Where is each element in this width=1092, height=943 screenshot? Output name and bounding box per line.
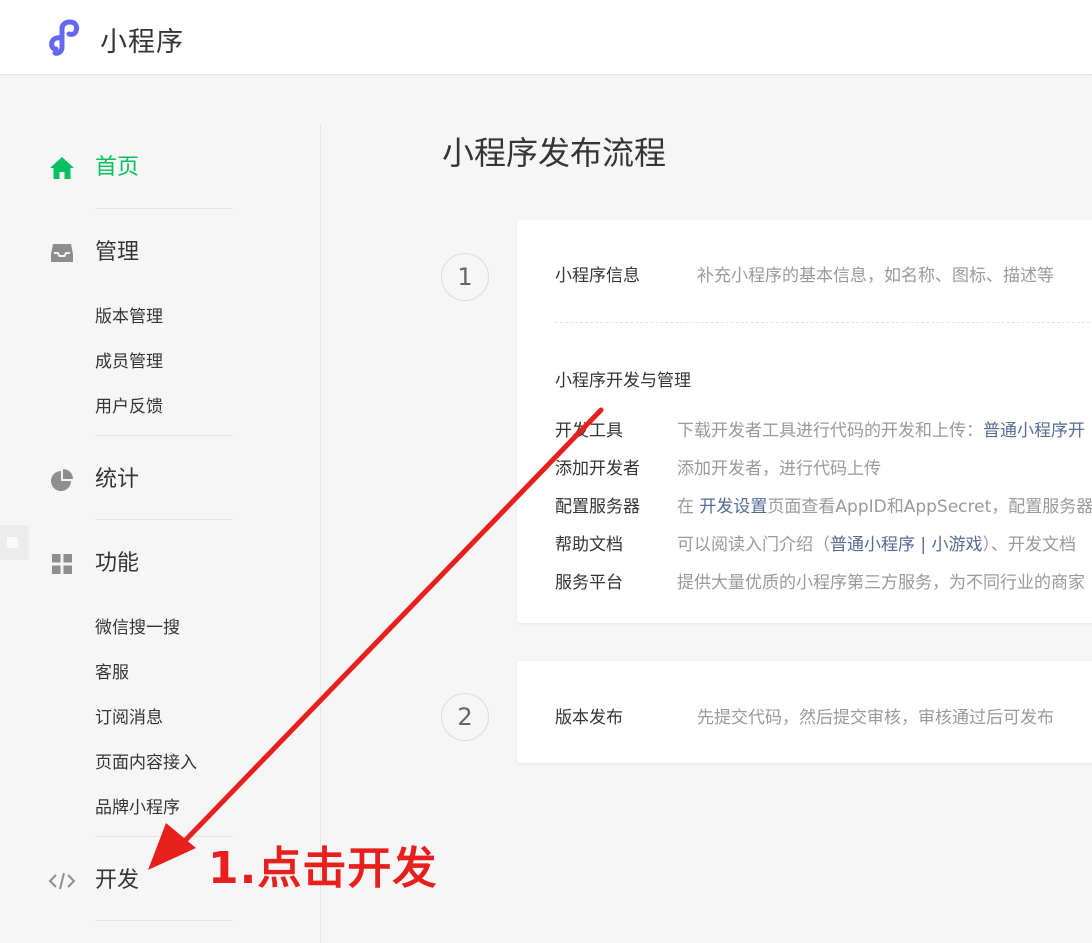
mini-game-link[interactable]: 小游戏 bbox=[932, 535, 983, 555]
annotation-text: 1.点击开发 bbox=[208, 843, 438, 894]
step2-card: 版本发布 先提交代码，然后提交审核，审核通过后可发布 bbox=[517, 661, 1092, 763]
sidebar-item-manage[interactable]: 管理 bbox=[48, 237, 139, 269]
sidebar-item-member-manage[interactable]: 成员管理 bbox=[95, 347, 163, 372]
dashed-divider bbox=[555, 322, 1092, 323]
row-service-platform-desc: 提供大量优质的小程序第三方服务，为不同行业的商家 bbox=[677, 573, 1085, 593]
row-add-developer-desc: 添加开发者，进行代码上传 bbox=[677, 459, 881, 479]
sidebar-item-customer-service[interactable]: 客服 bbox=[95, 658, 129, 683]
sidebar-item-develop-label: 开发 bbox=[95, 868, 140, 893]
row-help-docs-desc: 可以阅读入门介绍（普通小程序 | 小游戏）、开发文档 bbox=[677, 530, 1076, 555]
sidebar-item-brand-mini-program[interactable]: 品牌小程序 bbox=[95, 793, 180, 818]
sidebar-item-wechat-search[interactable]: 微信搜一搜 bbox=[95, 613, 180, 638]
sidebar-item-stats-label: 统计 bbox=[95, 467, 140, 492]
top-bar: 小程序 bbox=[0, 0, 1092, 75]
divider bbox=[95, 435, 233, 436]
home-icon bbox=[48, 154, 76, 182]
row-config-server-desc: 在 开发设置页面查看AppID和AppSecret，配置服务器 bbox=[677, 492, 1092, 517]
row-dev-tools-text: 下载开发者工具进行代码的开发和上传： bbox=[677, 421, 983, 441]
sidebar-item-features-label: 功能 bbox=[95, 551, 140, 576]
row-config-server-text: 页面查看AppID和AppSecret，配置服务器 bbox=[767, 497, 1092, 517]
step-number-2: 2 bbox=[441, 693, 489, 741]
row-dev-tools-label: 开发工具 bbox=[555, 421, 623, 441]
grid-icon bbox=[48, 550, 76, 578]
pie-chart-icon bbox=[48, 466, 76, 494]
sidebar-item-home[interactable]: 首页 bbox=[48, 152, 139, 184]
sidebar-item-subscribe-message[interactable]: 订阅消息 bbox=[95, 703, 163, 728]
row-dev-tools-desc: 下载开发者工具进行代码的开发和上传：普通小程序开 bbox=[677, 416, 1085, 441]
row-config-server-label: 配置服务器 bbox=[555, 497, 640, 517]
link-separator: | bbox=[915, 535, 932, 555]
normal-mini-program-link[interactable]: 普通小程序开 bbox=[983, 421, 1085, 441]
sidebar-item-stats[interactable]: 统计 bbox=[48, 464, 139, 496]
row-service-platform-label: 服务平台 bbox=[555, 573, 623, 593]
info-desc: 补充小程序的基本信息，如名称、图标、描述等 bbox=[697, 266, 1054, 286]
sidebar-item-features[interactable]: 功能 bbox=[48, 548, 139, 580]
version-release-desc: 先提交代码，然后提交审核，审核通过后可发布 bbox=[697, 708, 1054, 728]
normal-mini-program-intro-link[interactable]: 普通小程序 bbox=[830, 535, 915, 555]
sidebar-item-page-content[interactable]: 页面内容接入 bbox=[95, 748, 197, 773]
code-icon bbox=[48, 867, 76, 895]
app-title: 小程序 bbox=[100, 27, 184, 58]
row-help-docs-pre: 可以阅读入门介绍（ bbox=[677, 535, 830, 555]
section-title: 小程序开发与管理 bbox=[555, 371, 691, 391]
inbox-icon bbox=[48, 239, 76, 267]
step1-card: 小程序信息 补充小程序的基本信息，如名称、图标、描述等 小程序开发与管理 开发工… bbox=[517, 220, 1092, 623]
sidebar-item-develop[interactable]: 开发 bbox=[48, 865, 139, 897]
row-add-developer-label: 添加开发者 bbox=[555, 459, 640, 479]
info-label: 小程序信息 bbox=[555, 266, 640, 286]
sidebar-item-user-feedback[interactable]: 用户反馈 bbox=[95, 392, 163, 417]
sidebar-item-home-label: 首页 bbox=[95, 155, 140, 180]
divider bbox=[95, 208, 233, 209]
row-config-server-pre: 在 bbox=[677, 497, 700, 517]
step-number-1: 1 bbox=[441, 253, 489, 301]
version-release-label: 版本发布 bbox=[555, 708, 623, 728]
row-help-docs-label: 帮助文档 bbox=[555, 535, 623, 555]
dev-settings-link[interactable]: 开发设置 bbox=[699, 497, 767, 517]
divider bbox=[95, 519, 233, 520]
page-title: 小程序发布流程 bbox=[442, 134, 667, 172]
sidebar-item-manage-label: 管理 bbox=[95, 240, 140, 265]
row-help-docs-text: ）、开发文档 bbox=[982, 535, 1077, 555]
divider bbox=[95, 920, 233, 921]
mini-program-logo-icon bbox=[49, 19, 80, 56]
sidebar-item-version-manage[interactable]: 版本管理 bbox=[95, 302, 163, 327]
sidebar-divider bbox=[320, 124, 321, 943]
